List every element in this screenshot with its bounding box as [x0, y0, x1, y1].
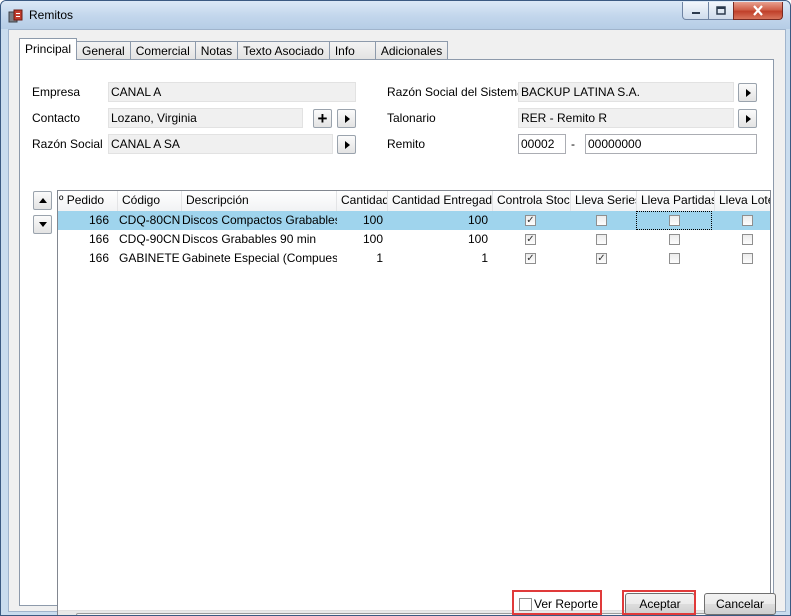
contacto-select-button[interactable] — [337, 109, 356, 128]
minimize-icon — [691, 11, 700, 14]
lleva-partidas-checkbox[interactable] — [669, 215, 680, 226]
maximize-icon — [716, 6, 726, 15]
move-up-icon — [38, 198, 47, 203]
lleva-series-checkbox[interactable] — [596, 215, 607, 226]
app-icon — [8, 9, 23, 23]
controla-stock-checkbox[interactable]: ✓ — [525, 234, 536, 245]
razon-social-select-button[interactable] — [337, 135, 356, 154]
table-row[interactable]: 166 GABINETE E Gabinete Especial (Compue… — [58, 249, 770, 268]
controla-stock-checkbox[interactable]: ✓ — [525, 253, 536, 264]
table-row[interactable]: 166 CDQ-80CN Discos Compactos Grabables … — [58, 211, 770, 230]
col-lleva-partidas[interactable]: Lleva Partidas — [637, 191, 715, 211]
move-row-down-button[interactable] — [33, 215, 52, 234]
title-bar[interactable]: Remitos — [1, 1, 790, 29]
talonario-select-button[interactable] — [738, 109, 757, 128]
remito-number-field[interactable]: 00000000 — [585, 134, 757, 154]
talonario-field[interactable]: RER - Remito R — [518, 108, 734, 128]
move-down-icon — [38, 222, 47, 227]
col-descripcion[interactable]: Descripción — [182, 191, 337, 211]
maximize-button[interactable] — [708, 2, 734, 20]
scroll-left-button[interactable] — [58, 611, 74, 615]
col-codigo[interactable]: Código — [118, 191, 182, 211]
play-arrow-icon — [745, 114, 751, 123]
controla-stock-checkbox[interactable]: ✓ — [525, 215, 536, 226]
close-icon — [753, 5, 763, 16]
lleva-series-checkbox[interactable] — [596, 234, 607, 245]
remitos-window: Remitos Principal General Comercial Nota… — [0, 0, 791, 616]
grid-header: º Pedido Código Descripción Cantidad Can… — [58, 191, 770, 212]
col-lleva-lote[interactable]: Lleva Lote — [715, 191, 770, 211]
play-arrow-icon — [344, 140, 350, 149]
remito-label: Remito — [387, 137, 426, 151]
tab-strip: Principal General Comercial Notas Texto … — [19, 38, 449, 60]
cell-cantidad-entregada: 100 — [467, 232, 488, 246]
cell-pedido: 166 — [88, 213, 109, 227]
close-button[interactable] — [733, 2, 783, 20]
lleva-lote-checkbox[interactable] — [742, 215, 753, 226]
tab-principal[interactable]: Principal — [19, 38, 78, 60]
col-cantidad[interactable]: Cantidad — [337, 191, 388, 211]
add-contacto-button[interactable]: + — [313, 109, 332, 128]
cell-descripcion: Discos Compactos Grabables — [182, 213, 337, 227]
remito-separator: - — [571, 137, 575, 151]
cancelar-button[interactable]: Cancelar — [704, 593, 776, 615]
razon-sistema-select-button[interactable] — [738, 83, 757, 102]
contacto-label: Contacto — [32, 111, 81, 125]
items-grid[interactable]: º Pedido Código Descripción Cantidad Can… — [57, 190, 771, 615]
talonario-label: Talonario — [387, 111, 436, 125]
cell-cantidad-entregada: 1 — [481, 251, 488, 265]
minimize-button[interactable] — [682, 2, 709, 20]
window-client: Principal General Comercial Notas Texto … — [8, 29, 786, 615]
empresa-label: Empresa — [32, 85, 81, 99]
tab-adicionales[interactable]: Adicionales — [374, 41, 449, 60]
razon-sistema-label: Razón Social del Sistema — [387, 85, 524, 99]
cell-cantidad: 100 — [362, 232, 383, 246]
cell-codigo: CDQ-80CN — [119, 213, 181, 227]
highlight-box-ver-reporte — [512, 590, 602, 615]
lleva-partidas-checkbox[interactable] — [669, 253, 680, 264]
lleva-lote-checkbox[interactable] — [742, 234, 753, 245]
highlight-box-aceptar — [622, 590, 696, 615]
cell-codigo: CDQ-90CN — [119, 232, 181, 246]
table-row[interactable]: 166 CDQ-90CN Discos Grabables 90 min 100… — [58, 230, 770, 249]
col-pedido[interactable]: º Pedido — [58, 191, 118, 211]
col-controla-stock[interactable]: Controla Stock — [493, 191, 571, 211]
empresa-field[interactable]: CANAL A — [108, 82, 356, 102]
razon-social-label: Razón Social — [32, 137, 103, 151]
razon-sistema-field[interactable]: BACKUP LATINA S.A. — [518, 82, 734, 102]
tab-texto-asociado[interactable]: Texto Asociado — [237, 41, 330, 60]
cell-codigo: GABINETE E — [119, 251, 182, 265]
contacto-field[interactable]: Lozano, Virginia — [108, 108, 303, 128]
cell-cantidad: 1 — [376, 251, 383, 265]
lleva-partidas-checkbox[interactable] — [669, 234, 680, 245]
lleva-series-checkbox[interactable]: ✓ — [596, 253, 607, 264]
move-row-up-button[interactable] — [33, 191, 52, 210]
tab-general[interactable]: General — [76, 41, 131, 60]
lleva-lote-checkbox[interactable] — [742, 253, 753, 264]
tab-panel-principal: Empresa CANAL A Contacto Lozano, Virgini… — [19, 59, 774, 615]
cell-descripcion: Discos Grabables 90 min — [182, 232, 317, 246]
cell-descripcion: Gabinete Especial (Compuesto) — [182, 251, 337, 265]
remito-prefix-field[interactable]: 00002 — [518, 134, 566, 154]
cell-cantidad-entregada: 100 — [467, 213, 488, 227]
tab-comercial[interactable]: Comercial — [129, 41, 196, 60]
window-title: Remitos — [29, 8, 74, 22]
col-cantidad-entregada[interactable]: Cantidad Entregada — [388, 191, 493, 211]
cell-cantidad: 100 — [362, 213, 383, 227]
cell-pedido: 166 — [88, 251, 109, 265]
cell-pedido: 166 — [88, 232, 109, 246]
col-lleva-series[interactable]: Lleva Series — [571, 191, 637, 211]
tab-info[interactable]: Info — [328, 41, 376, 60]
play-arrow-icon — [745, 88, 751, 97]
plus-icon: + — [317, 108, 328, 128]
tab-notas[interactable]: Notas — [194, 41, 239, 60]
play-arrow-icon — [344, 114, 350, 123]
razon-social-field[interactable]: CANAL A SA — [108, 134, 333, 154]
